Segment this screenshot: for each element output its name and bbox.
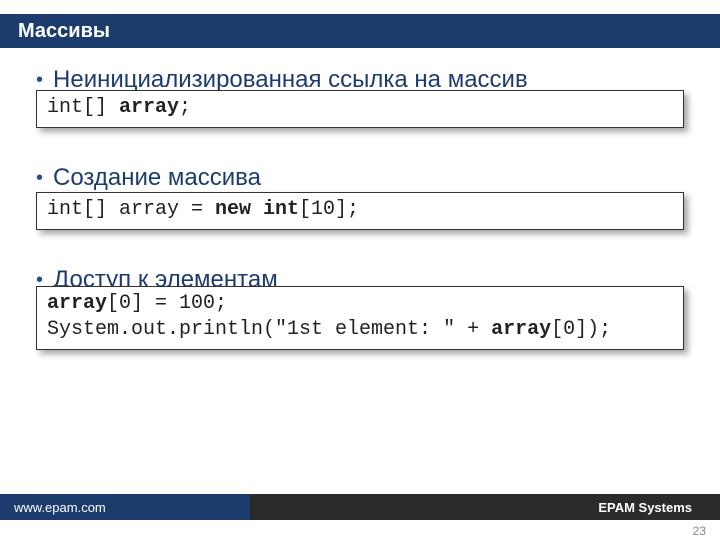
bullet-text-2: Создание массива [53,164,261,192]
page-number: 23 [693,524,706,538]
code-box-1: int[] array; [36,90,684,128]
code-plain: int[] [47,96,119,119]
bullet-icon: • [36,164,43,192]
footer: www.epam.com EPAM Systems [0,494,720,520]
code-box-2: int[] array = new int[10]; [36,192,684,230]
section-3: • Доступ к элементам array[0] = 100; Sys… [36,266,684,350]
top-stripe [0,0,720,14]
slide-title: Массивы [18,20,110,42]
bullet-row: • Создание массива [36,164,684,192]
code-tail: ; [179,96,191,119]
footer-right: EPAM Systems [250,494,720,520]
code-line-2: System.out.println("1st element: " + arr… [47,317,673,343]
footer-url: www.epam.com [14,500,106,515]
footer-left: www.epam.com [0,494,250,520]
code-tail: [10]; [299,198,359,221]
code-bold: array [119,96,179,119]
slide-title-bar: Массивы [0,14,720,48]
section-2: • Создание массива int[] array = new int… [36,164,684,230]
code-bold: new int [215,198,299,221]
footer-bar: www.epam.com EPAM Systems [0,494,720,520]
code-box-3: array[0] = 100; System.out.println("1st … [36,286,684,350]
slide-content: • Неинициализированная ссылка на массив … [0,48,720,350]
code-line-1: array[0] = 100; [47,291,673,317]
footer-brand: EPAM Systems [598,500,692,515]
section-1: • Неинициализированная ссылка на массив … [36,66,684,128]
code-plain: int[] array = [47,198,215,221]
